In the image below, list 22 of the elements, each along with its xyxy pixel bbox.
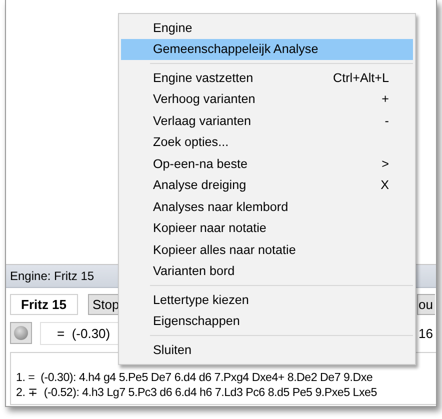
toolbar-button[interactable]: ou [416, 294, 435, 314]
menu-item[interactable]: Analyses naar klembord [121, 196, 413, 218]
menu-item[interactable]: Kopieer alles naar notatie [121, 239, 413, 260]
menu-item[interactable]: Analyse dreiging X [121, 174, 413, 196]
engine-name: Fritz 15 [10, 294, 78, 314]
menu-item[interactable]: Engine [121, 17, 413, 38]
menu-item[interactable]: Zoek opties... [121, 132, 413, 153]
menu-item[interactable]: Verhoog varianten + [121, 88, 413, 110]
shortcut-label: + [382, 92, 389, 106]
menu-item[interactable]: Op-een-na beste > [121, 153, 413, 174]
menu-item[interactable]: Verlaag varianten - [121, 110, 413, 132]
menu-item[interactable]: Kopieer naar notatie [121, 218, 413, 239]
analysis-line: 1. = (-0.30): 4.h4 g4 5.Pe5 De7 6.d4 d6 7.Pxg4 Dxe4+ 8.De2 De7 9.Dxe [16, 370, 373, 385]
shortcut-label: X [380, 178, 389, 192]
status-light-button[interactable] [10, 322, 32, 344]
depth-value: 16 [418, 326, 434, 340]
shortcut-label: - [384, 114, 389, 128]
shortcut-label: Ctrl+Alt+L [333, 70, 389, 85]
analysis-line: 2. ∓ (-0.52): 4.h3 Lg7 5.Pc3 d6 6.d4 h6 7.Ld3 Pc6 8.d5 Pe5 9.Pxe5 Lxe5 [16, 385, 377, 400]
menu-item[interactable]: Gemeenschappeleijk Analyse [121, 38, 413, 60]
menu-item[interactable]: Engine vastzetten Ctrl+Alt+L [121, 67, 413, 88]
shortcut-label: > [382, 156, 389, 171]
